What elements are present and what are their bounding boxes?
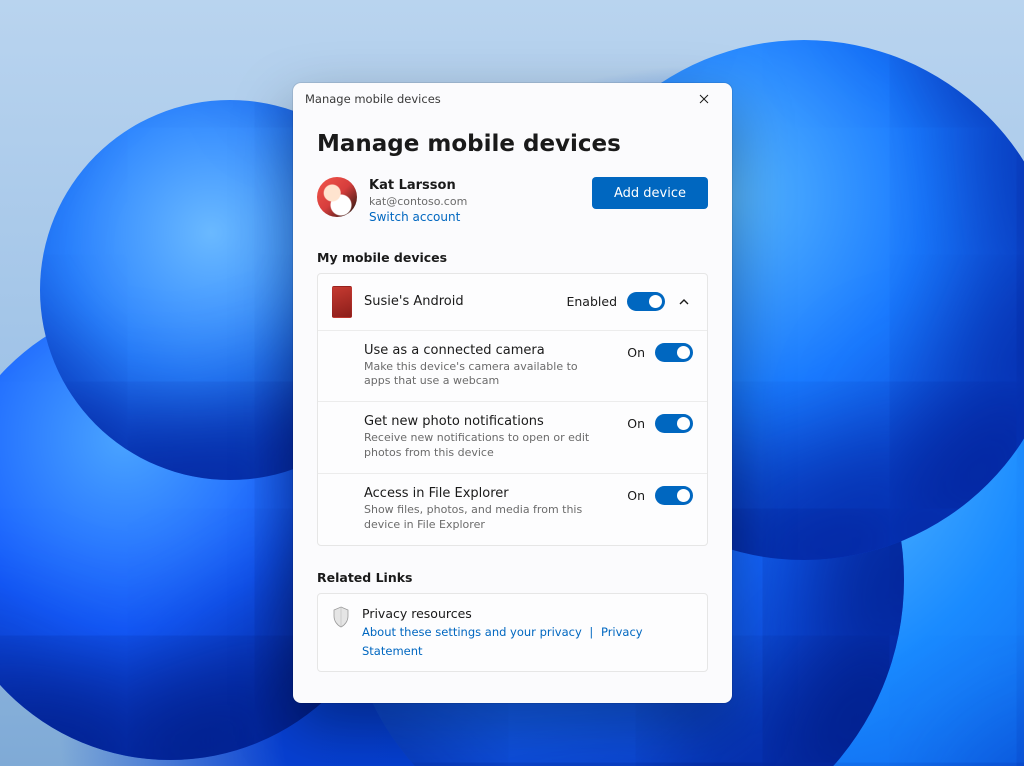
add-device-button[interactable]: Add device <box>592 177 708 209</box>
option-state: On <box>627 488 645 503</box>
titlebar: Manage mobile devices <box>293 83 732 115</box>
chevron-up-icon <box>678 296 690 308</box>
avatar <box>317 177 357 217</box>
close-button[interactable] <box>682 83 726 115</box>
profile-row: Kat Larsson kat@contoso.com Switch accou… <box>317 177 708 226</box>
link-separator: | <box>586 625 597 639</box>
devices-section-label: My mobile devices <box>317 250 708 265</box>
option-desc: Show files, photos, and media from this … <box>364 503 604 533</box>
option-title: Get new photo notifications <box>364 414 604 429</box>
connected-camera-toggle[interactable] <box>655 343 693 362</box>
option-file-explorer: Access in File Explorer Show files, phot… <box>318 474 707 545</box>
device-name: Susie's Android <box>364 294 464 309</box>
shield-icon <box>332 606 350 628</box>
device-header-row[interactable]: Susie's Android Enabled <box>318 274 707 330</box>
device-status: Enabled <box>566 294 617 309</box>
option-title: Access in File Explorer <box>364 486 604 501</box>
close-icon <box>699 94 709 104</box>
device-card: Susie's Android Enabled Use as a connect… <box>317 273 708 546</box>
option-desc: Make this device's camera available to a… <box>364 360 604 390</box>
option-connected-camera: Use as a connected camera Make this devi… <box>318 331 707 402</box>
about-settings-link[interactable]: About these settings and your privacy <box>362 625 582 639</box>
desktop-wallpaper: Manage mobile devices Manage mobile devi… <box>0 0 1024 766</box>
phone-icon <box>332 286 352 318</box>
collapse-button[interactable] <box>675 293 693 311</box>
related-links-label: Related Links <box>317 570 708 585</box>
switch-account-link[interactable]: Switch account <box>369 209 467 225</box>
privacy-title: Privacy resources <box>362 606 693 621</box>
privacy-card: Privacy resources About these settings a… <box>317 593 708 672</box>
page-title: Manage mobile devices <box>317 131 708 157</box>
manage-mobile-devices-window: Manage mobile devices Manage mobile devi… <box>293 83 732 703</box>
option-photo-notifications: Get new photo notifications Receive new … <box>318 402 707 473</box>
profile-name: Kat Larsson <box>369 177 467 195</box>
device-enabled-toggle[interactable] <box>627 292 665 311</box>
option-state: On <box>627 416 645 431</box>
option-desc: Receive new notifications to open or edi… <box>364 431 604 461</box>
file-explorer-toggle[interactable] <box>655 486 693 505</box>
option-title: Use as a connected camera <box>364 343 604 358</box>
profile-email: kat@contoso.com <box>369 195 467 210</box>
window-title: Manage mobile devices <box>305 92 441 106</box>
option-state: On <box>627 345 645 360</box>
photo-notifications-toggle[interactable] <box>655 414 693 433</box>
